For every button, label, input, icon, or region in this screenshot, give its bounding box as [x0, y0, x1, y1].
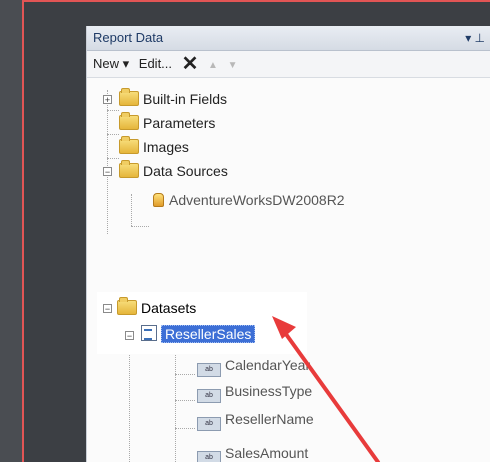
folder-icon — [119, 88, 139, 106]
pin-icon[interactable]: ▾ ⊥ — [465, 26, 485, 50]
tree-node-field[interactable]: ab CalendarYear — [197, 355, 310, 377]
pane-toolbar: New ▾ Edit... ✕ ▲ ▼ — [87, 51, 490, 78]
dataset-expander[interactable]: − — [125, 331, 134, 341]
tree-node-data-source-item[interactable]: AdventureWorksDW2008R2 — [151, 190, 345, 210]
tree-node-field[interactable]: ab ResellerName — [197, 409, 314, 431]
report-data-tree: + Built-in Fields Parameters Images − Da… — [87, 78, 490, 462]
dataset-icon — [141, 325, 157, 341]
move-down-icon[interactable]: ▼ — [228, 60, 238, 71]
datasets-expander[interactable]: − — [103, 304, 112, 314]
field-icon: ab — [197, 417, 221, 431]
folder-icon — [119, 136, 139, 154]
edit-button[interactable]: Edit... — [139, 56, 172, 71]
tree-node-images[interactable]: Images — [119, 136, 189, 157]
field-icon: ab — [197, 389, 221, 403]
new-button[interactable]: New ▾ — [93, 56, 129, 71]
tree-node-field[interactable]: ab SalesAmount — [197, 443, 308, 462]
tree-node-datasets[interactable]: Datasets — [117, 297, 196, 318]
open-folder-icon — [119, 160, 139, 178]
tree-node-builtin-fields[interactable]: Built-in Fields — [119, 88, 227, 109]
data-source-icon — [151, 193, 165, 207]
selected-dataset-label: ResellerSales — [161, 325, 256, 343]
move-up-icon[interactable]: ▲ — [208, 60, 218, 71]
tree-node-parameters[interactable]: Parameters — [119, 112, 215, 133]
builtin-expander[interactable]: + — [103, 95, 112, 105]
open-folder-icon — [117, 297, 137, 315]
tree-node-field[interactable]: ab BusinessType — [197, 381, 312, 403]
field-icon: ab — [197, 451, 221, 462]
folder-icon — [119, 112, 139, 130]
report-data-pane: Report Data ▾ ⊥ New ▾ Edit... ✕ ▲ ▼ + Bu… — [86, 26, 490, 462]
pane-title: Report Data — [93, 30, 164, 45]
data-sources-expander[interactable]: − — [103, 167, 112, 177]
tree-node-dataset-resellersales[interactable]: ResellerSales — [141, 324, 256, 344]
tree-node-data-sources[interactable]: Data Sources — [119, 160, 228, 181]
delete-icon[interactable]: ✕ — [182, 53, 199, 75]
pane-title-bar: Report Data ▾ ⊥ — [87, 26, 490, 51]
field-icon: ab — [197, 363, 221, 377]
